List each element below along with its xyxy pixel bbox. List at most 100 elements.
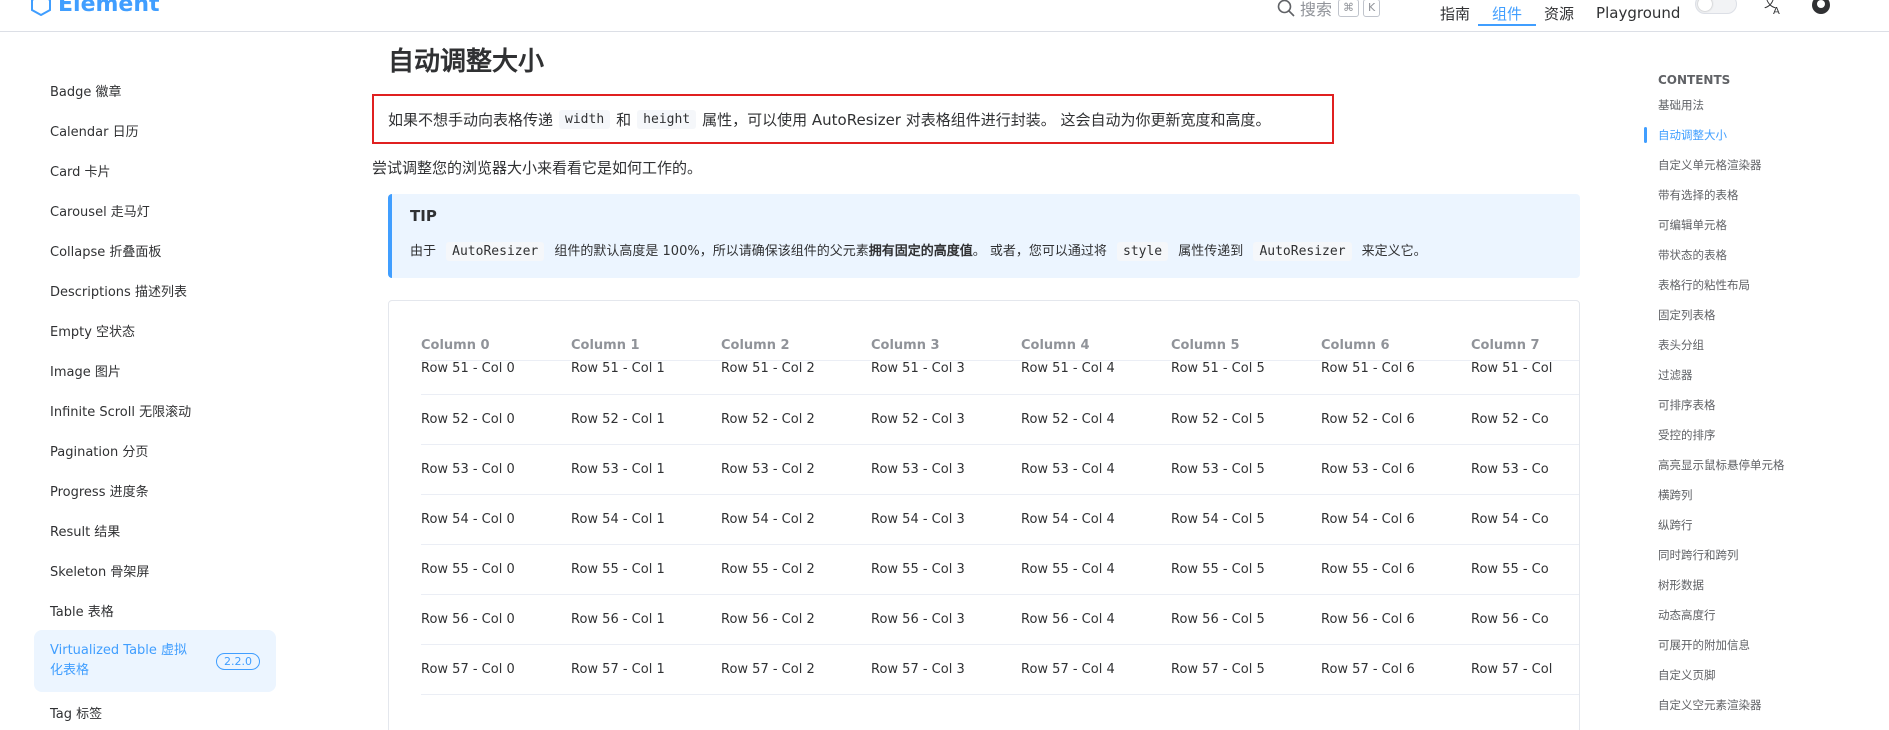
toc-item[interactable]: 带有选择的表格 — [1658, 180, 1874, 210]
sun-icon — [1698, 0, 1712, 11]
table-cell: Row 53 - Co — [1471, 462, 1549, 477]
table-cell: Row 57 - Col — [1471, 662, 1553, 677]
toc-item[interactable]: 过滤器 — [1658, 360, 1874, 390]
table-cell: Row 51 - Col — [1471, 361, 1553, 376]
toc-item[interactable]: 自定义页脚 — [1658, 660, 1874, 690]
toc-item[interactable]: 树形数据 — [1658, 570, 1874, 600]
table-row[interactable]: Row 55 - Col 0 Row 55 - Col 1 Row 55 - Col… — [421, 545, 1579, 595]
sidebar-item-calendar[interactable]: Calendar 日历 — [34, 110, 276, 150]
toc-item[interactable]: 动态高度行 — [1658, 600, 1874, 630]
svg-text:A: A — [1773, 6, 1780, 16]
table-cell: Row 51 - Col 1 — [571, 361, 665, 376]
sidebar-item-carousel[interactable]: Carousel 走马灯 — [34, 190, 276, 230]
toc-item[interactable]: 表头分组 — [1658, 330, 1874, 360]
table-cell: Row 54 - Col 6 — [1321, 512, 1415, 527]
text-part: 属性传递到 — [1178, 244, 1244, 259]
table-of-contents: CONTENTS 基础用法 自动调整大小 自定义单元格渲染器 带有选择的表格 可编辑单元… — [1644, 70, 1874, 720]
code-style: style — [1117, 242, 1169, 261]
virtualized-table-demo[interactable]: Column 0 Column 1 Column 2 Column 3 Colu… — [388, 300, 1580, 730]
toc-item[interactable]: 自定义单元格渲染器 — [1658, 150, 1874, 180]
toc-item[interactable]: 受控的排序 — [1658, 420, 1874, 450]
sidebar-item-infinite-scroll[interactable]: Infinite Scroll 无限滚动 — [34, 390, 276, 430]
tip-block: TIP 由于 AutoResizer 组件的默认高度是 100%，所以请确保该组… — [388, 194, 1580, 278]
text-part: 。 或者，您可以通过将 — [972, 244, 1107, 259]
table-cell: Row 56 - Col 3 — [871, 612, 965, 627]
table-row[interactable]: Row 56 - Col 0 Row 56 - Col 1 Row 56 - Col… — [421, 595, 1579, 645]
nav-link-playground[interactable]: Playground — [1596, 0, 1680, 32]
toc-item[interactable]: 可排序表格 — [1658, 390, 1874, 420]
sidebar-item-collapse[interactable]: Collapse 折叠面板 — [34, 230, 276, 270]
table-cell: Row 51 - Col 3 — [871, 361, 965, 376]
element-logo[interactable]: Element — [30, 0, 160, 17]
sidebar-item-empty[interactable]: Empty 空状态 — [34, 310, 276, 350]
table-cell: Row 52 - Co — [1471, 412, 1549, 427]
toc-item[interactable]: 可展开的附加信息 — [1658, 630, 1874, 660]
toc-item[interactable]: 可编辑单元格 — [1658, 210, 1874, 240]
table-cell: Row 55 - Col 5 — [1171, 562, 1265, 577]
code-autoresizer: AutoResizer — [446, 242, 545, 261]
table-cell: Row 56 - Col 2 — [721, 612, 815, 627]
table-cell: Row 53 - Col 2 — [721, 462, 815, 477]
sidebar-item-table[interactable]: Table 表格 — [34, 590, 276, 630]
table-cell: Row 56 - Co — [1471, 612, 1549, 627]
code-width: width — [559, 109, 611, 129]
table-cell: Row 55 - Col 2 — [721, 562, 815, 577]
virtualized-table[interactable]: Column 0 Column 1 Column 2 Column 3 Colu… — [421, 331, 1579, 730]
toc-item[interactable]: 自动调整大小 — [1644, 120, 1874, 150]
sidebar-item-card[interactable]: Card 卡片 — [34, 150, 276, 190]
sidebar-item-image[interactable]: Image 图片 — [34, 350, 276, 390]
table-cell: Row 55 - Col 6 — [1321, 562, 1415, 577]
table-cell: Row 54 - Col 3 — [871, 512, 965, 527]
toc-item[interactable]: 表格行的粘性布局 — [1658, 270, 1874, 300]
sidebar-item-descriptions[interactable]: Descriptions 描述列表 — [34, 270, 276, 310]
kbd-k: K — [1363, 0, 1381, 17]
table-cell: Row 52 - Col 3 — [871, 412, 965, 427]
toc-list: 基础用法 自动调整大小 自定义单元格渲染器 带有选择的表格 可编辑单元格 带状态的表格 表格… — [1644, 90, 1874, 720]
table-cell: Row 52 - Col 5 — [1171, 412, 1265, 427]
table-cell: Row 56 - Col 0 — [421, 612, 515, 627]
table-row[interactable]: Row 54 - Col 0 Row 54 - Col 1 Row 54 - Col… — [421, 495, 1579, 545]
toc-item[interactable]: 基础用法 — [1658, 90, 1874, 120]
theme-toggle[interactable] — [1695, 0, 1737, 14]
sidebar-item-progress[interactable]: Progress 进度条 — [34, 470, 276, 510]
translate-icon[interactable]: 文 A — [1762, 0, 1784, 16]
table-cell: Row 51 - Col 6 — [1321, 361, 1415, 376]
text-part: 如果不想手动向表格传递 — [388, 110, 554, 129]
table-cell: Row 57 - Col 4 — [1021, 662, 1115, 677]
table-cell: Row 55 - Col 3 — [871, 562, 965, 577]
tip-title: TIP — [410, 207, 437, 225]
sidebar-item-pagination[interactable]: Pagination 分页 — [34, 430, 276, 470]
nav-link-resource[interactable]: 资源 — [1544, 0, 1574, 32]
code-height: height — [637, 109, 697, 129]
sidebar-item-skeleton[interactable]: Skeleton 骨架屏 — [34, 550, 276, 590]
toc-item[interactable]: 纵跨行 — [1658, 510, 1874, 540]
table-row[interactable]: Row 57 - Col 0 Row 57 - Col 1 Row 57 - Col… — [421, 645, 1579, 695]
sidebar-item-badge[interactable]: Badge 徽章 — [34, 70, 276, 110]
toc-item[interactable]: 横跨列 — [1658, 480, 1874, 510]
nav-links: 指南 组件 资源 Playground — [1440, 0, 1702, 32]
github-icon[interactable] — [1810, 0, 1832, 16]
text-part: 来定义它。 — [1361, 244, 1427, 259]
sidebar-item-virtualized-table[interactable]: Virtualized Table 虚拟化表格 2.2.0 — [34, 630, 276, 692]
table-row[interactable]: Row 51 - Col 0 Row 51 - Col 1 Row 51 - Col… — [421, 361, 1579, 395]
search-button[interactable]: 搜索 ⌘ K — [1276, 0, 1381, 20]
column-header: Column 6 — [1321, 338, 1390, 353]
toc-item[interactable]: 固定列表格 — [1658, 300, 1874, 330]
table-cell: Row 53 - Col 4 — [1021, 462, 1115, 477]
table-cell: Row 57 - Col 5 — [1171, 662, 1265, 677]
toc-item[interactable]: 带状态的表格 — [1658, 240, 1874, 270]
code-autoresizer: AutoResizer — [1253, 242, 1352, 261]
sidebar-item-tag[interactable]: Tag 标签 — [34, 692, 276, 730]
nav-link-component[interactable]: 组件 — [1478, 0, 1537, 32]
table-cell: Row 51 - Col 5 — [1171, 361, 1265, 376]
table-row[interactable]: Row 53 - Col 0 Row 53 - Col 1 Row 53 - Col… — [421, 445, 1579, 495]
toc-item[interactable]: 同时跨行和跨列 — [1658, 540, 1874, 570]
toc-item[interactable]: 高亮显示鼠标悬停单元格 — [1658, 450, 1874, 480]
table-cell: Row 52 - Col 2 — [721, 412, 815, 427]
table-row[interactable]: Row 52 - Col 0 Row 52 - Col 1 Row 52 - Col… — [421, 395, 1579, 445]
sidebar-item-result[interactable]: Result 结果 — [34, 510, 276, 550]
nav-link-guide[interactable]: 指南 — [1440, 0, 1470, 32]
table-cell: Row 51 - Col 4 — [1021, 361, 1115, 376]
toc-item[interactable]: 自定义空元素渲染器 — [1658, 690, 1874, 720]
table-cell: Row 57 - Col 6 — [1321, 662, 1415, 677]
